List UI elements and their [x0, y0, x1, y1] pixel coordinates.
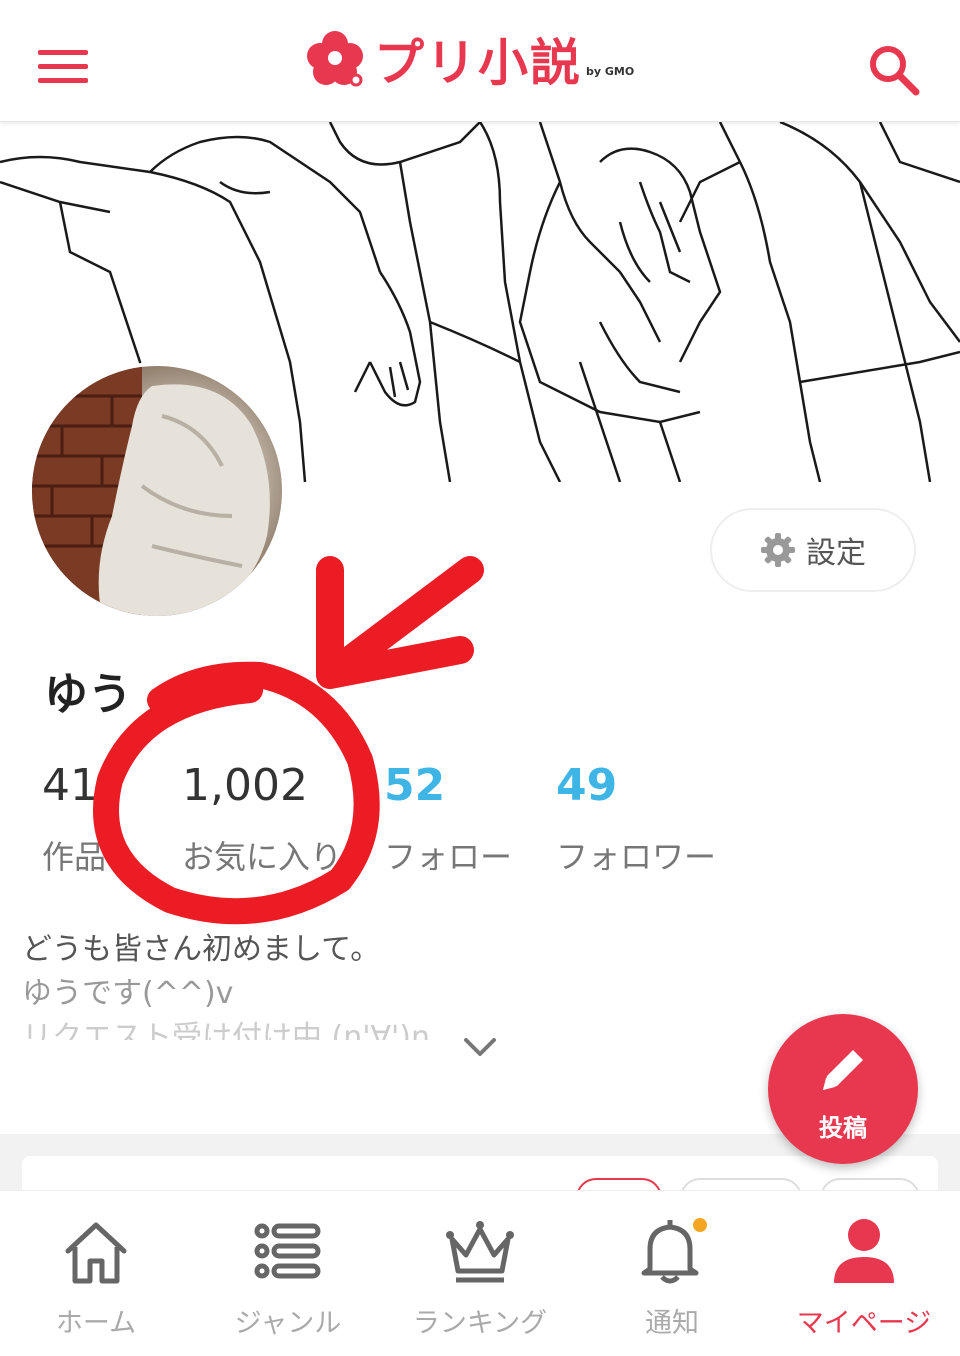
notification-dot	[693, 1218, 707, 1232]
search-icon	[870, 46, 920, 96]
stat-followers[interactable]: 49 フォロワー	[556, 758, 736, 878]
profile-bio: どうも皆さん初めまして。 ゆうです(^^)v リクエスト受け付け中 (n'∀')…	[22, 928, 922, 1040]
home-icon	[65, 1222, 127, 1284]
user-avatar[interactable]	[28, 362, 286, 620]
profile-stats: 41 作品 1,002 お気に入り 52 フォロー 49 フォロワー	[42, 758, 736, 878]
nav-notifications[interactable]: 通知	[576, 1191, 768, 1356]
expand-bio-button[interactable]	[460, 1032, 500, 1062]
gear-icon	[761, 533, 795, 567]
nav-ranking[interactable]: ランキング	[384, 1191, 576, 1356]
post-button-label: 投稿	[819, 1114, 867, 1142]
username: ゆう	[44, 669, 132, 720]
logo-byline: by GMO	[586, 64, 635, 78]
avatar-photo	[32, 366, 270, 616]
nav-notifications-label: 通知	[645, 1308, 699, 1339]
stat-favorites-label: お気に入り	[182, 838, 343, 876]
list-icon	[254, 1223, 321, 1279]
logo-text: プリ小説	[374, 34, 582, 92]
app-logo[interactable]: プリ小説 by GMO	[304, 24, 634, 94]
stat-following-label: フォロー	[384, 838, 513, 876]
menu-button[interactable]	[38, 50, 90, 86]
nav-mypage[interactable]: マイページ	[768, 1191, 960, 1356]
nav-ranking-label: ランキング	[412, 1308, 548, 1339]
nav-home[interactable]: ホーム	[0, 1191, 192, 1356]
search-button[interactable]	[866, 42, 922, 98]
stat-followers-label: フォロワー	[556, 838, 717, 876]
hamburger-menu-icon	[38, 50, 88, 55]
nav-genre-label: ジャンル	[234, 1308, 342, 1339]
app-header: プリ小説 by GMO	[0, 0, 960, 122]
nav-mypage-label: マイページ	[796, 1308, 932, 1339]
post-button[interactable]: 投稿	[768, 1014, 918, 1164]
stat-favorites-count: 1,002	[182, 760, 308, 811]
stat-followers-count: 49	[556, 760, 618, 811]
stat-following-count: 52	[384, 760, 446, 811]
stat-works-label: 作品	[42, 838, 107, 876]
stat-favorites[interactable]: 1,002 お気に入り	[182, 758, 384, 878]
person-icon	[834, 1219, 894, 1283]
bottom-nav: ホーム ジャンル ランキング 通知 マイページ	[0, 1190, 960, 1356]
settings-button[interactable]: 設定	[710, 508, 916, 592]
nav-home-label: ホーム	[55, 1308, 137, 1339]
settings-label: 設定	[806, 536, 866, 571]
stat-following[interactable]: 52 フォロー	[384, 758, 556, 878]
bell-icon	[641, 1218, 707, 1284]
stat-works-count: 41	[42, 760, 98, 811]
bio-line: どうも皆さん初めまして。	[22, 932, 381, 967]
crown-icon	[446, 1221, 514, 1283]
stat-works[interactable]: 41 作品	[42, 758, 182, 878]
flower-logo-icon	[307, 31, 363, 87]
nav-genre[interactable]: ジャンル	[192, 1191, 384, 1356]
pencil-icon	[823, 1050, 863, 1090]
bio-line: ゆうです(^^)v	[22, 976, 234, 1011]
chevron-down-icon	[464, 1038, 496, 1056]
